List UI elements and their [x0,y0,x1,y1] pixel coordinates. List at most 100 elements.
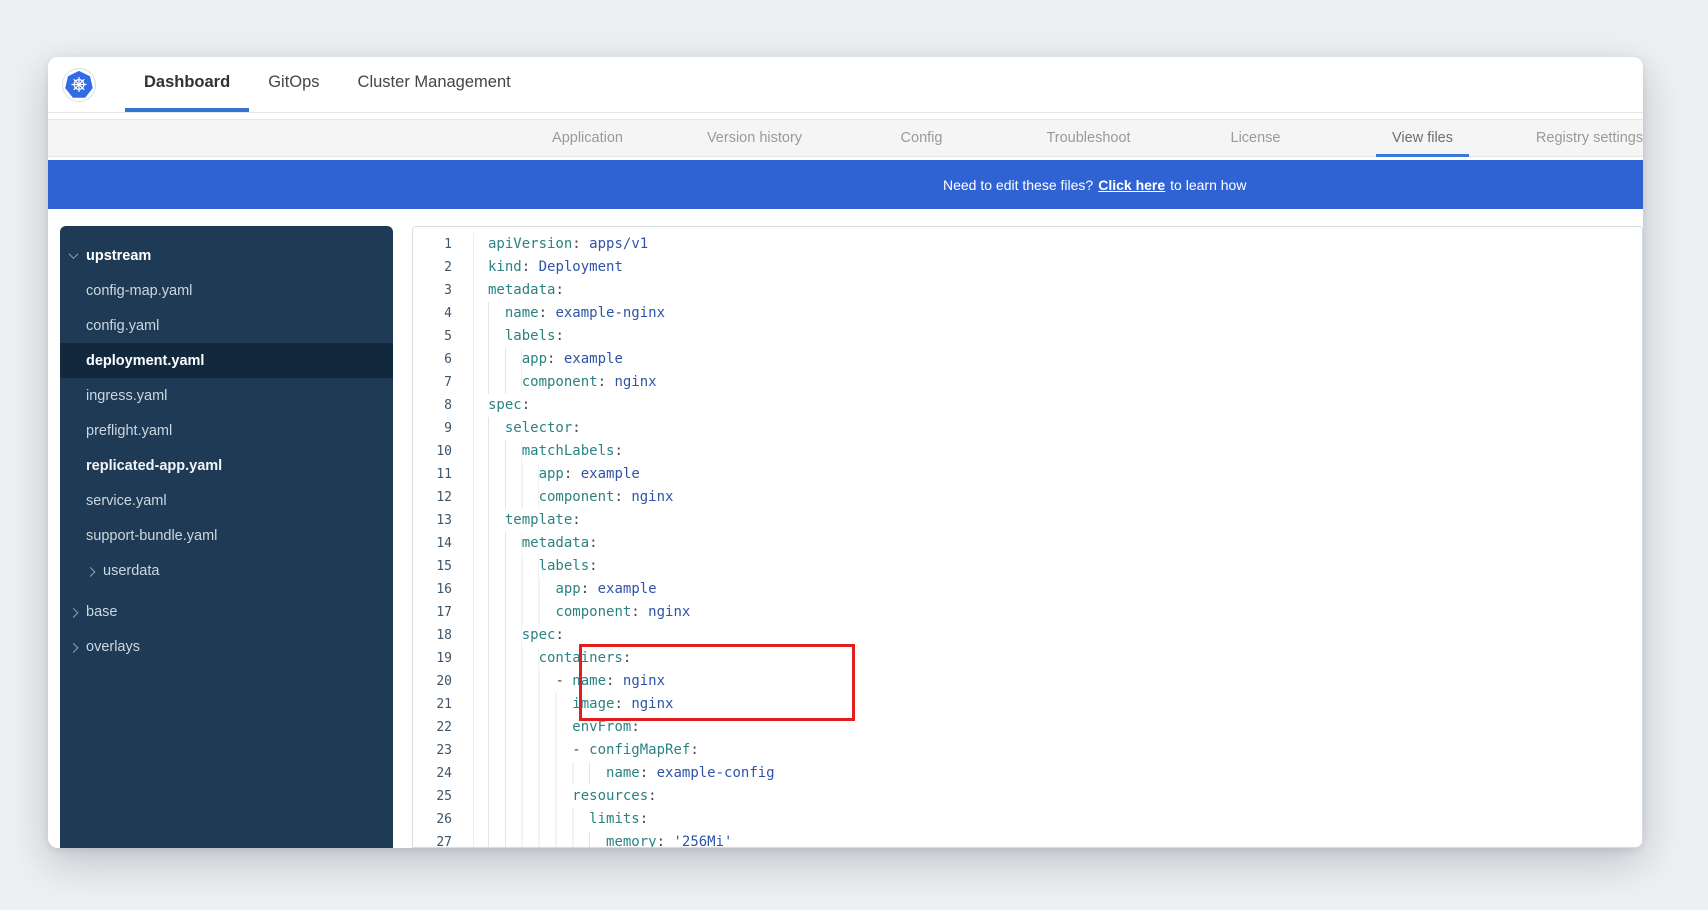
code-line-7: component: nginx [488,371,1642,394]
yaml-key: configMapRef [589,742,690,758]
indent-guides [488,785,572,808]
yaml-value: example [598,581,657,597]
edit-files-banner-text: Need to edit these files?Click hereto le… [943,177,1246,193]
code-editor[interactable]: 1234567891011121314151617181920212223242… [412,226,1643,848]
yaml-colon: : [614,696,622,712]
yaml-colon: : [572,236,580,252]
tab-license[interactable]: License [1172,119,1339,157]
banner-text-after: to learn how [1170,177,1246,193]
yaml-key: labels [505,328,556,344]
tab-registry-settings[interactable]: Registry settings [1506,119,1643,157]
yaml-colon: : [581,581,589,597]
tree-folder-base[interactable]: base [60,594,393,629]
line-number: 7 [413,371,452,394]
tree-item-label: config.yaml [86,318,159,334]
tab-view-files[interactable]: View files [1339,119,1506,157]
tree-folder-overlays[interactable]: overlays [60,629,393,664]
yaml-colon: : [555,282,563,298]
tree-file-deployment-yaml[interactable]: deployment.yaml [60,343,393,378]
app-tab-cells: Application Version history Config Troubles… [504,119,1643,157]
code-line-8: spec: [488,394,1642,417]
tree-file-config-map-yaml[interactable]: config-map.yaml [60,273,393,308]
tree-folder-upstream[interactable]: upstream [60,238,393,273]
tree-file-support-bundle-yaml[interactable]: support-bundle.yaml [60,518,393,553]
code-line-2: kind: Deployment [488,256,1642,279]
tree-item-label: overlays [86,639,140,655]
tab-application[interactable]: Application [504,119,671,157]
tab-troubleshoot[interactable]: Troubleshoot [1005,119,1172,157]
tree-item-label: upstream [86,248,151,264]
tab-label: Troubleshoot [1030,120,1146,157]
yaml-key: containers [539,650,623,666]
code-line-24: name: example-config [488,762,1642,785]
topnav-item-dashboard[interactable]: Dashboard [125,57,249,112]
line-number: 18 [413,624,452,647]
banner-click-here-link[interactable]: Click here [1098,177,1165,193]
chevron-down-icon[interactable] [69,249,79,259]
tree-folder-userdata[interactable]: userdata [60,553,393,588]
indent-guides [488,670,555,693]
topnav-item-gitops[interactable]: GitOps [249,57,338,112]
yaml-key: apiVersion [488,236,572,252]
code-line-12: component: nginx [488,486,1642,509]
line-number: 1 [413,233,452,256]
tab-config[interactable]: Config [838,119,1005,157]
code-line-27: memory: '256Mi' [488,831,1642,848]
code-line-5: labels: [488,325,1642,348]
tree-file-service-yaml[interactable]: service.yaml [60,483,393,518]
line-number: 11 [413,463,452,486]
line-number: 3 [413,279,452,302]
indent-guides [488,693,572,716]
yaml-colon: : [555,328,563,344]
chevron-right-icon[interactable] [69,643,79,653]
tree-file-replicated-app-yaml[interactable]: replicated-app.yaml [60,448,393,483]
code-line-13: template: [488,509,1642,532]
tree-item-label: userdata [103,563,159,579]
yaml-key: resources [572,788,648,804]
yaml-key: matchLabels [522,443,615,459]
indent-guides [488,371,522,394]
yaml-key: name [572,673,606,689]
yaml-colon: : [648,788,656,804]
indent-guides [488,486,539,509]
indent-guides [488,532,522,555]
yaml-dash: - [555,673,572,689]
tree-file-config-yaml[interactable]: config.yaml [60,308,393,343]
yaml-value: example-config [657,765,775,781]
yaml-key: app [555,581,580,597]
tree-item-label: replicated-app.yaml [86,458,222,474]
yaml-key: name [606,765,640,781]
tree-item-label: deployment.yaml [86,353,204,369]
tree-file-preflight-yaml[interactable]: preflight.yaml [60,413,393,448]
line-number: 15 [413,555,452,578]
yaml-value: example [564,351,623,367]
code-line-19: containers: [488,647,1642,670]
yaml-value: '256Mi' [673,834,732,848]
yaml-colon: : [623,650,631,666]
yaml-key: image [572,696,614,712]
line-number: 4 [413,302,452,325]
chevron-right-icon[interactable] [69,608,79,618]
line-number: 23 [413,739,452,762]
indent-guides [488,578,555,601]
tab-label: Registry settings [1520,120,1643,157]
yaml-colon: : [690,742,698,758]
tab-label: Version history [691,120,818,157]
tab-version-history[interactable]: Version history [671,119,838,157]
tab-label: License [1215,120,1297,157]
code-line-25: resources: [488,785,1642,808]
yaml-value: nginx [631,489,673,505]
tree-file-ingress-yaml[interactable]: ingress.yaml [60,378,393,413]
code-line-15: labels: [488,555,1642,578]
line-number: 17 [413,601,452,624]
indent-guides [488,555,539,578]
yaml-colon: : [640,765,648,781]
yaml-key: envFrom [572,719,631,735]
indent-guides [488,302,505,325]
indent-guides [488,624,522,647]
yaml-colon: : [614,443,622,459]
topnav-item-cluster-management[interactable]: Cluster Management [339,57,530,112]
yaml-colon: : [539,305,547,321]
app-tab-bar: Application Version history Config Troubles… [48,119,1643,157]
chevron-right-icon[interactable] [86,567,96,577]
